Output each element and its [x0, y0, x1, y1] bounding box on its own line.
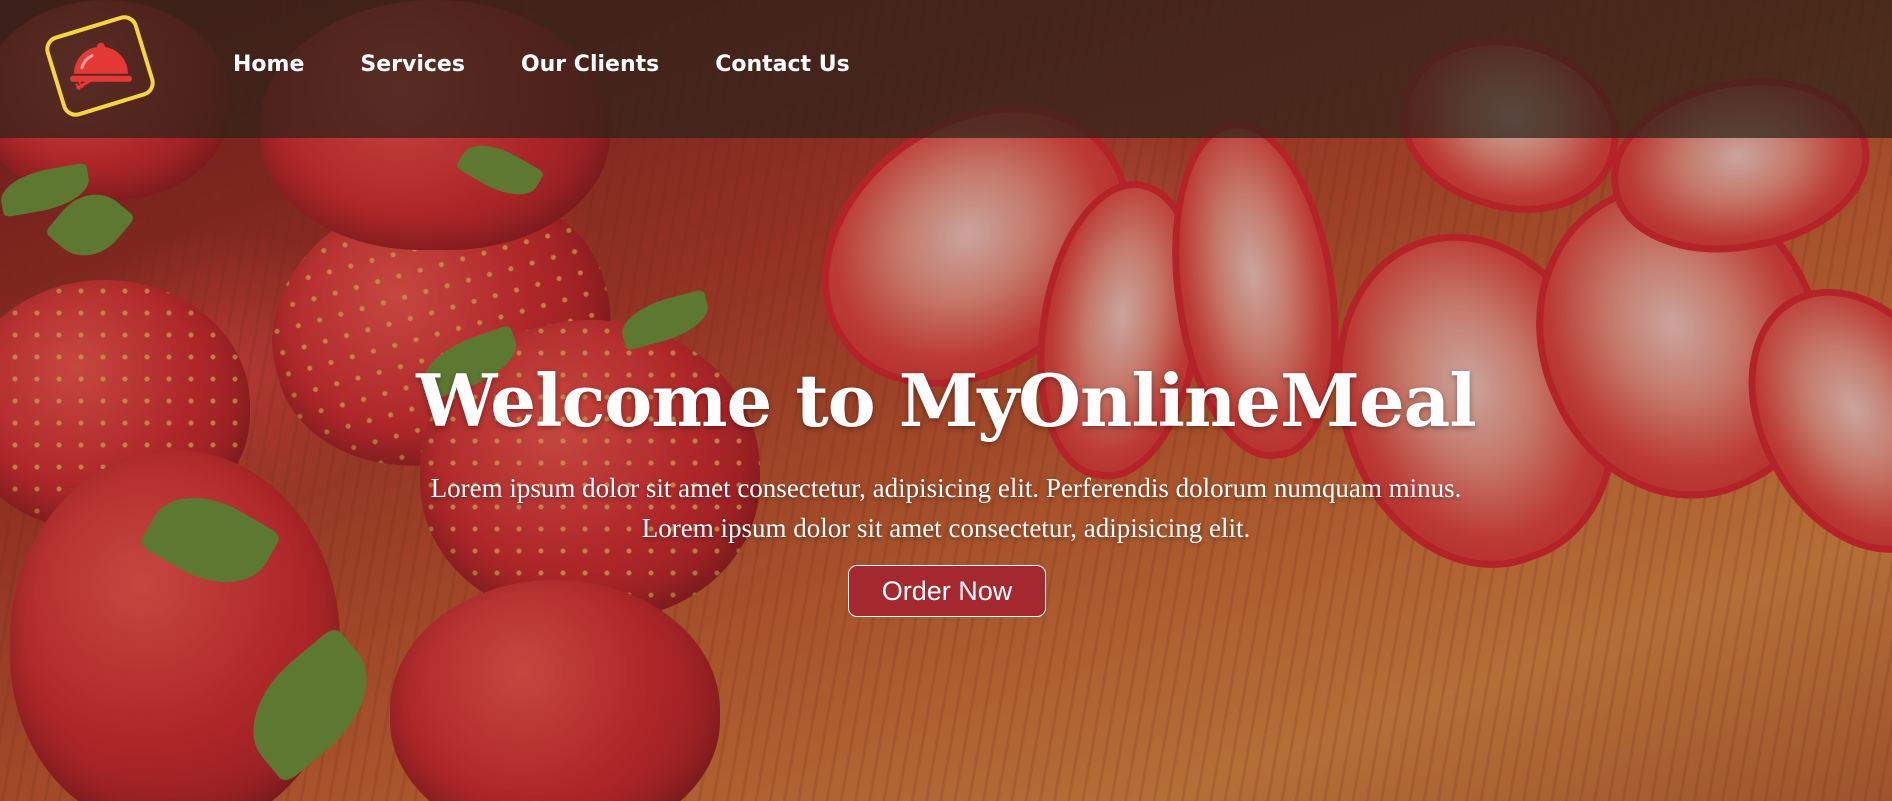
nav-link-contact-us[interactable]: Contact Us	[715, 52, 849, 77]
hero-description-line-2: Lorem ipsum dolor sit amet consectetur, …	[641, 513, 1251, 543]
main-nav: Home Services Our Clients Contact Us	[233, 52, 850, 77]
logo[interactable]	[41, 11, 159, 121]
nav-link-home[interactable]: Home	[233, 52, 304, 77]
hero-description-line-1: Lorem ipsum dolor sit amet consectetur, …	[430, 473, 1462, 503]
order-now-button[interactable]: Order Now	[848, 565, 1046, 617]
hero-title: Welcome to MyOnlineMeal	[416, 358, 1476, 443]
nav-link-our-clients[interactable]: Our Clients	[521, 52, 659, 77]
food-cloche-icon	[69, 42, 132, 91]
hero-description: Lorem ipsum dolor sit amet consectetur, …	[0, 468, 1892, 548]
nav-link-services[interactable]: Services	[360, 52, 465, 77]
navbar: Home Services Our Clients Contact Us	[0, 0, 1892, 138]
